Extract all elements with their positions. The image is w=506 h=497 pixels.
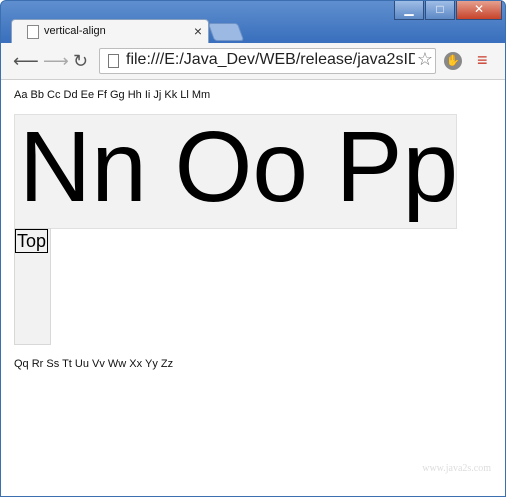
new-tab-button[interactable] <box>207 23 245 41</box>
minimize-button[interactable]: ▁ <box>394 1 424 20</box>
watermark: www.java2s.com <box>422 463 491 474</box>
large-text: Nn Oo Pp <box>19 111 459 223</box>
tab-vertical-align[interactable]: vertical-align × <box>11 19 209 44</box>
alphabet-line-1: Aa Bb Cc Dd Ee Ff Gg Hh Ii Jj Kk Ll Mm <box>14 89 211 101</box>
address-bar[interactable]: file:///E:/Java_Dev/WEB/release/java2sID… <box>99 48 436 74</box>
top-label: Top <box>15 229 49 253</box>
page-icon <box>108 54 119 68</box>
extension-icon[interactable]: ✋ <box>444 52 462 70</box>
reload-icon[interactable]: ↻ <box>73 51 88 72</box>
window-controls: ▁ □ ✕ <box>393 1 502 21</box>
tab-close-icon[interactable]: × <box>194 23 202 39</box>
close-window-button[interactable]: ✕ <box>456 1 502 20</box>
tab-title: vertical-align <box>44 25 106 37</box>
browser-window: vertical-align × ▁ □ ✕ ⟵ ⟶ ↻ file:///E:/… <box>0 0 506 497</box>
menu-icon[interactable]: ≡ <box>477 51 488 69</box>
page-content: Aa Bb Cc Dd Ee Ff Gg Hh Ii Jj Kk Ll Mm N… <box>1 80 505 496</box>
page-icon <box>27 25 39 39</box>
star-icon[interactable]: ☆ <box>414 49 433 70</box>
forward-arrow-icon[interactable]: ⟶ <box>43 51 69 72</box>
top-aligned-container: Top <box>14 228 51 345</box>
url-text: file:///E:/Java_Dev/WEB/release/java2sID… <box>126 51 431 68</box>
tab-strip: vertical-align × ▁ □ ✕ <box>1 1 505 44</box>
browser-toolbar: ⟵ ⟶ ↻ file:///E:/Java_Dev/WEB/release/ja… <box>1 43 505 80</box>
large-text-block: Nn Oo Pp <box>14 111 458 229</box>
back-arrow-icon[interactable]: ⟵ <box>13 51 39 72</box>
alphabet-line-2: Qq Rr Ss Tt Uu Vv Ww Xx Yy Zz <box>14 358 174 370</box>
maximize-button[interactable]: □ <box>425 1 455 20</box>
